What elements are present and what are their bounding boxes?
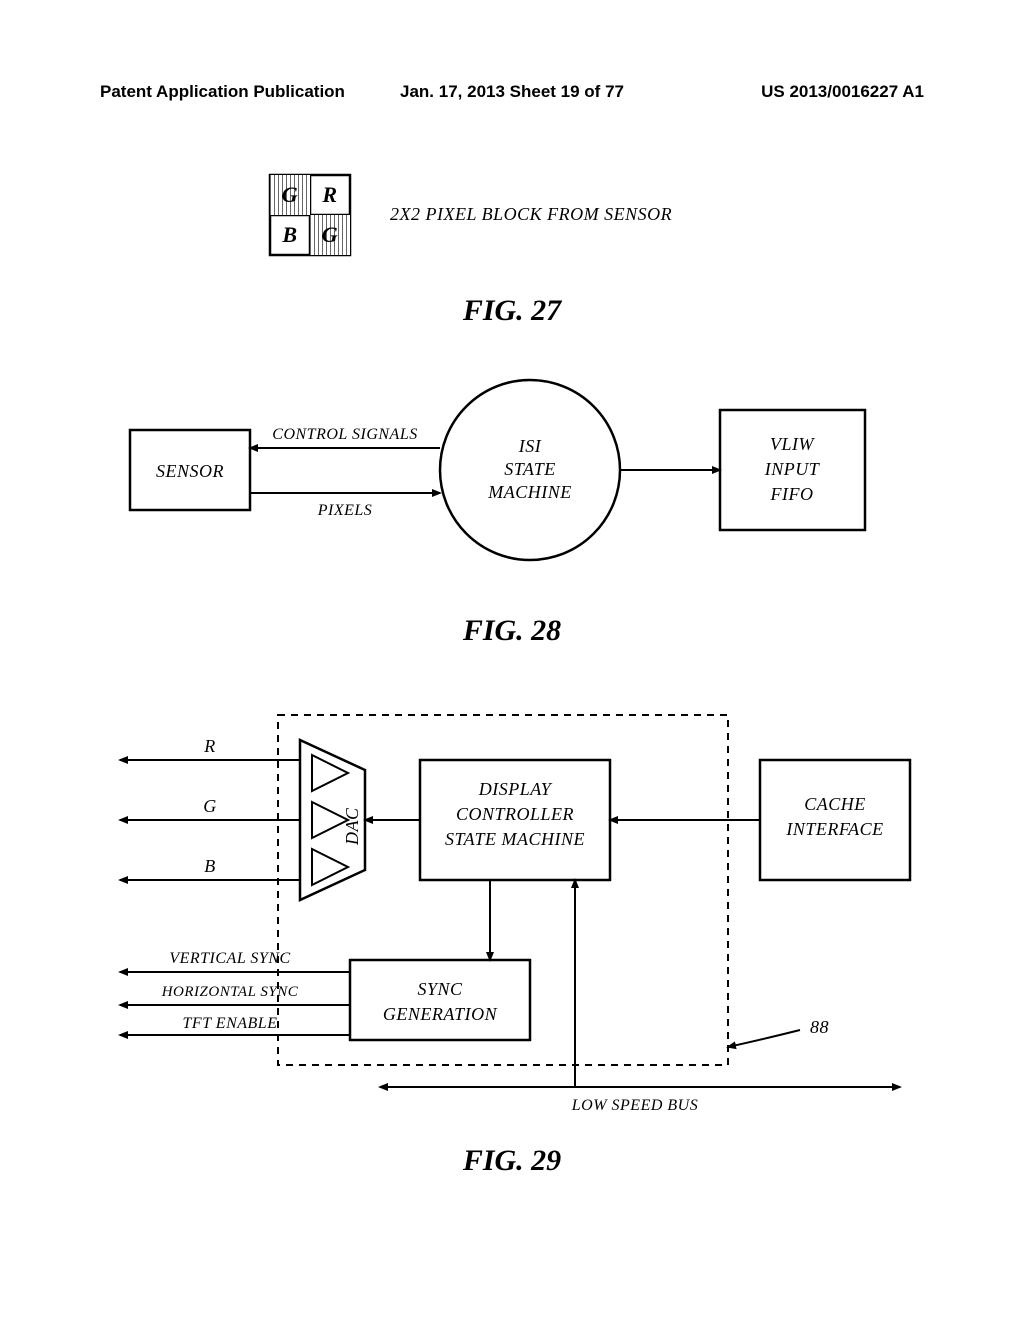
header-right: US 2013/0016227 A1 — [761, 82, 924, 102]
dcsm-l3: STATE MACHINE — [445, 829, 585, 849]
vliw-l1: VLIW — [770, 434, 816, 454]
page-header: Patent Application Publication Jan. 17, … — [100, 82, 924, 102]
pixel-b: B — [281, 222, 297, 247]
fig29-caption: FIG. 29 — [462, 1144, 561, 1177]
cache-l2: INTERFACE — [785, 819, 883, 839]
b-label: B — [204, 856, 216, 876]
header-center: Jan. 17, 2013 Sheet 19 of 77 — [400, 82, 624, 102]
hsync-label: HORIZONTAL SYNC — [161, 984, 299, 1000]
pixels-label: PIXELS — [317, 502, 373, 519]
isi-l1: ISI — [518, 436, 542, 456]
vliw-l3: FIFO — [770, 484, 814, 504]
bus-label: LOW SPEED BUS — [571, 1097, 698, 1114]
isi-l3: MACHINE — [487, 482, 572, 502]
isi-l2: STATE — [504, 459, 556, 479]
fig27-caption: FIG. 27 — [462, 294, 562, 327]
pixel-g2: G — [322, 222, 338, 247]
fig27: G R B G 2X2 PIXEL BLOCK FROM SENSOR — [270, 175, 672, 255]
header-left: Patent Application Publication — [100, 82, 345, 102]
r-label: R — [203, 736, 216, 756]
dcsm-l2: CONTROLLER — [456, 804, 574, 824]
g-label: G — [203, 796, 217, 816]
sensor-box: SENSOR — [156, 461, 224, 481]
sync-l1: SYNC — [417, 979, 463, 999]
sync-l2: GENERATION — [383, 1004, 498, 1024]
vsync-label: VERTICAL SYNC — [169, 950, 290, 967]
cache-l1: CACHE — [804, 794, 866, 814]
control-signals-label: CONTROL SIGNALS — [272, 426, 417, 443]
dcsm-l1: DISPLAY — [478, 779, 553, 799]
fig28: SENSOR ISI STATE MACHINE VLIW INPUT FIFO… — [130, 380, 865, 560]
fig27-label: 2X2 PIXEL BLOCK FROM SENSOR — [390, 204, 672, 224]
fig29: DAC R G B DISPLAY CONTROLLER STATE MACHI… — [120, 715, 910, 1114]
pixel-g1: G — [282, 182, 298, 207]
page-content: G R B G 2X2 PIXEL BLOCK FROM SENSOR FIG.… — [100, 150, 924, 1220]
fig28-caption: FIG. 28 — [462, 614, 561, 647]
dac-label: DAC — [342, 807, 362, 846]
vliw-l2: INPUT — [764, 459, 821, 479]
diagram-svg: G R B G 2X2 PIXEL BLOCK FROM SENSOR FIG.… — [100, 150, 924, 1220]
pixel-r: R — [321, 182, 337, 207]
tft-label: TFT ENABLE — [183, 1015, 278, 1032]
ref88: 88 — [810, 1017, 829, 1037]
